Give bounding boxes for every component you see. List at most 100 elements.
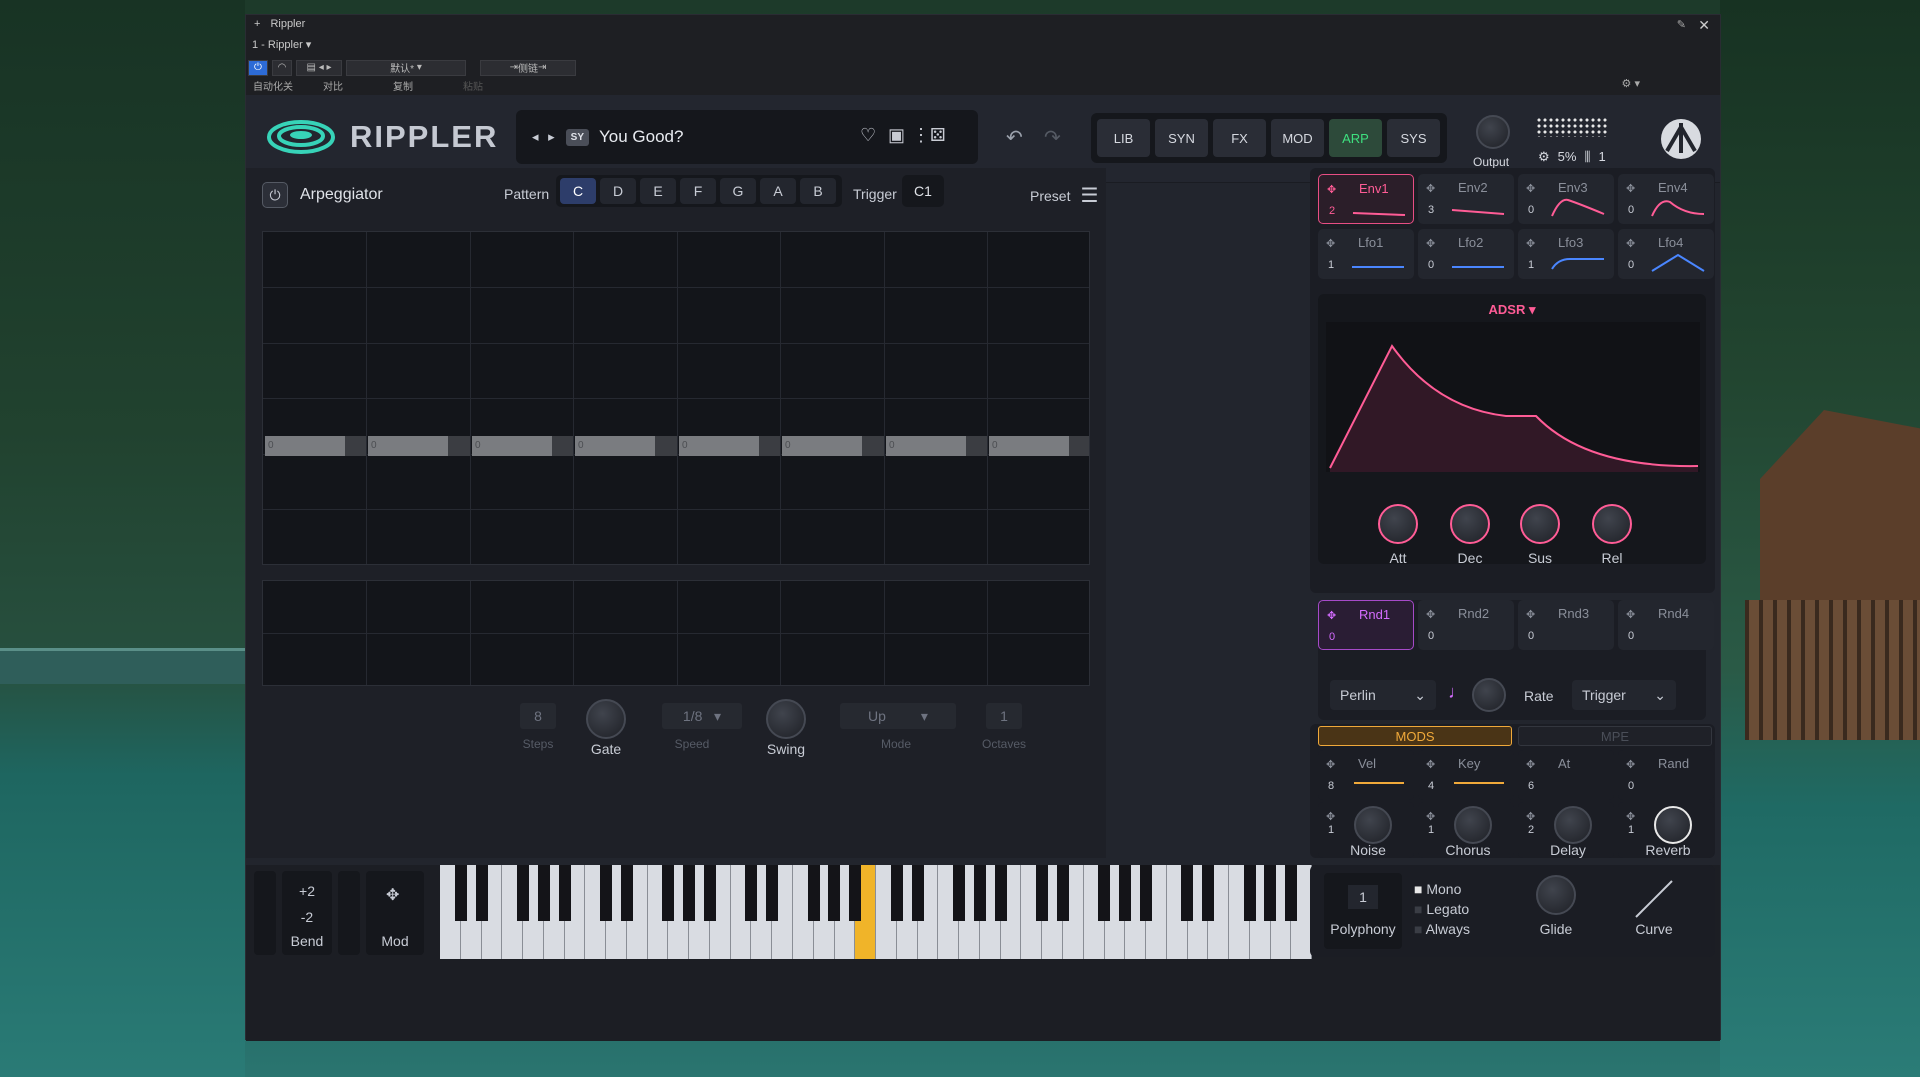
save-icon[interactable]: ▣	[888, 125, 905, 146]
black-key[interactable]	[911, 865, 924, 921]
black-key[interactable]	[662, 865, 675, 921]
pin-icon[interactable]: ✎	[1677, 18, 1686, 31]
output-knob[interactable]	[1476, 115, 1510, 149]
note-d[interactable]: D	[600, 178, 636, 204]
step-0[interactable]: 0	[265, 436, 345, 456]
brand-emblem-icon[interactable]	[1659, 117, 1703, 161]
dice-icon[interactable]: ⚄	[930, 125, 946, 146]
note-sync-icon[interactable]: ♩	[1448, 682, 1466, 703]
tab-mod[interactable]: MOD	[1271, 119, 1324, 157]
instance-select[interactable]: 1 - Rippler ▾	[252, 38, 311, 51]
arp-preset-menu[interactable]: Preset ☰	[1030, 183, 1098, 208]
key-source[interactable]: ✥ Key 4	[1418, 750, 1514, 800]
mono-option[interactable]: ■ Mono	[1414, 879, 1470, 899]
sustain-knob[interactable]	[1520, 504, 1560, 544]
note-f[interactable]: F	[680, 178, 716, 204]
close-icon[interactable]: ✕	[1698, 17, 1710, 34]
black-key[interactable]	[1098, 865, 1111, 921]
bend-up-value[interactable]: +2	[282, 883, 332, 899]
rnd1-slot[interactable]: ✥ Rnd1 0	[1318, 600, 1414, 650]
add-icon[interactable]: +	[254, 18, 260, 30]
velocity-grid[interactable]	[262, 580, 1090, 686]
mod-move-icon[interactable]: ✥	[386, 885, 399, 905]
step-5[interactable]: 0	[782, 436, 862, 456]
gate-knob[interactable]	[586, 699, 626, 739]
black-key[interactable]	[537, 865, 550, 921]
noise-type-select[interactable]: Perlin ⌄	[1330, 680, 1436, 710]
preset-nav[interactable]: ▤ ◂ ▸	[296, 59, 342, 76]
black-key[interactable]	[1056, 865, 1069, 921]
black-key[interactable]	[745, 865, 758, 921]
note-a[interactable]: A	[760, 178, 796, 204]
rate-knob[interactable]	[1472, 678, 1506, 712]
env4-slot[interactable]: ✥ Env4 0	[1618, 174, 1714, 224]
tab-lib[interactable]: LIB	[1097, 119, 1150, 157]
black-key[interactable]	[1139, 865, 1152, 921]
step-4[interactable]: 0	[679, 436, 759, 456]
at-source[interactable]: ✥ At 6	[1518, 750, 1614, 800]
undo-icon[interactable]: ↶	[1006, 125, 1023, 150]
auto-off-button[interactable]: 自动化关	[248, 78, 298, 93]
tab-arp[interactable]: ARP	[1329, 119, 1382, 157]
release-knob[interactable]	[1592, 504, 1632, 544]
black-key[interactable]	[1264, 865, 1277, 921]
black-key[interactable]	[849, 865, 862, 921]
black-key[interactable]	[1036, 865, 1049, 921]
env2-slot[interactable]: ✥ Env2 3	[1418, 174, 1514, 224]
tab-fx[interactable]: FX	[1213, 119, 1266, 157]
legato-option[interactable]: ■ Legato	[1414, 899, 1470, 919]
env3-slot[interactable]: ✥ Env3 0	[1518, 174, 1614, 224]
black-key[interactable]	[1285, 865, 1298, 921]
attack-knob[interactable]	[1378, 504, 1418, 544]
note-c[interactable]: C	[560, 178, 596, 204]
host-gear-icon[interactable]: ⚙ ▾	[1622, 77, 1640, 90]
preset-name[interactable]: You Good?	[599, 127, 683, 147]
step-6[interactable]: 0	[886, 436, 966, 456]
step-7[interactable]: 0	[989, 436, 1069, 456]
speed-select[interactable]: 1/8 ▾	[662, 703, 742, 729]
tab-mpe[interactable]: MPE	[1518, 726, 1712, 746]
lfo3-slot[interactable]: ✥ Lfo3 1	[1518, 229, 1614, 279]
arp-power-button[interactable]: ⏻	[262, 182, 288, 208]
tab-sys[interactable]: SYS	[1387, 119, 1440, 157]
lfo1-slot[interactable]: ✥ Lfo1 1	[1318, 229, 1414, 279]
black-key[interactable]	[1119, 865, 1132, 921]
decay-knob[interactable]	[1450, 504, 1490, 544]
black-key[interactable]	[558, 865, 571, 921]
rnd2-slot[interactable]: ✥ Rnd2 0	[1418, 600, 1514, 650]
rand-source[interactable]: ✥ Rand 0	[1618, 750, 1714, 800]
note-b[interactable]: B	[800, 178, 836, 204]
power-icon[interactable]: ⏻	[248, 59, 268, 76]
swing-knob[interactable]	[766, 699, 806, 739]
tab-mods[interactable]: MODS	[1318, 726, 1512, 746]
note-g[interactable]: G	[720, 178, 756, 204]
step-1[interactable]: 0	[368, 436, 448, 456]
black-key[interactable]	[683, 865, 696, 921]
black-key[interactable]	[620, 865, 633, 921]
black-key[interactable]	[454, 865, 467, 921]
copy-button[interactable]: 复制	[368, 78, 438, 93]
glide-knob[interactable]	[1536, 875, 1576, 915]
black-key[interactable]	[600, 865, 613, 921]
preset-nav-arrows[interactable]: ◂ ▸	[532, 129, 558, 145]
mode-select[interactable]: Up ▾	[840, 703, 956, 729]
steps-value[interactable]: 8	[520, 703, 556, 729]
step-2[interactable]: 0	[472, 436, 552, 456]
redo-icon[interactable]: ↷	[1044, 125, 1061, 150]
trigger-value[interactable]: C1	[902, 175, 944, 207]
mod-wheel[interactable]	[338, 871, 360, 955]
step-grid[interactable]: 0 0 0 0 0 0 0 0	[262, 231, 1090, 565]
black-key[interactable]	[807, 865, 820, 921]
step-3[interactable]: 0	[575, 436, 655, 456]
lfo4-slot[interactable]: ✥ Lfo4 0	[1618, 229, 1714, 279]
vel-source[interactable]: ✥ Vel 8	[1318, 750, 1414, 800]
polyphony-value[interactable]: 1	[1348, 885, 1378, 909]
paste-button[interactable]: 粘贴	[438, 78, 508, 93]
piano-keyboard[interactable]	[440, 865, 1313, 959]
black-key[interactable]	[517, 865, 530, 921]
compare-button[interactable]: 对比	[298, 78, 368, 93]
sidechain-button[interactable]: ⇥ 侧链 ⇥	[480, 59, 576, 76]
more-icon[interactable]: ⋮	[912, 125, 930, 146]
loop-icon[interactable]: ◠	[272, 59, 292, 76]
black-key[interactable]	[994, 865, 1007, 921]
